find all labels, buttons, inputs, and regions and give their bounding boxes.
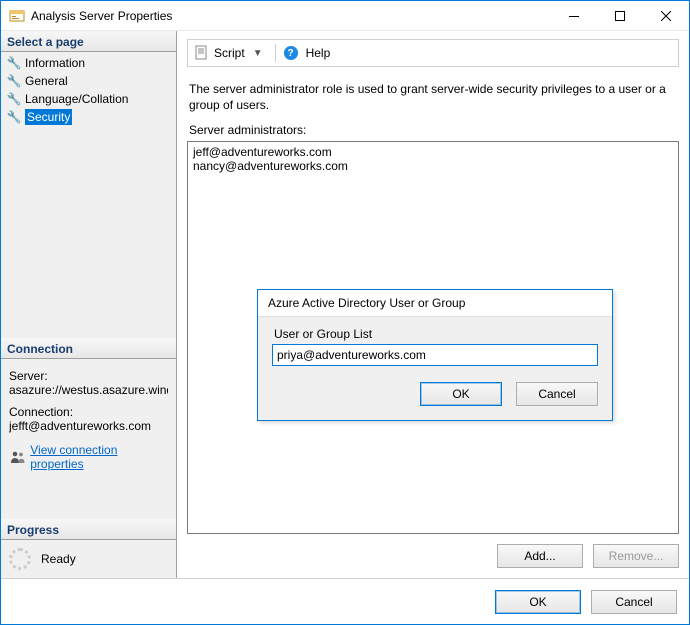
toolbar-separator [275,44,276,62]
page-item-language-collation[interactable]: 🔧 Language/Collation [1,90,176,108]
wrench-icon: 🔧 [7,91,21,107]
server-label: Server: [9,369,168,383]
window-root: Analysis Server Properties Select a page… [0,0,690,625]
maximize-button[interactable] [597,1,643,31]
page-label: Information [25,55,85,71]
aad-dialog-title: Azure Active Directory User or Group [258,290,612,317]
connection-label: Connection: [9,405,168,419]
progress-box: Ready [1,540,176,578]
window-title: Analysis Server Properties [31,9,551,23]
page-list: 🔧 Information 🔧 General 🔧 Language/Colla… [1,52,176,132]
titlebar: Analysis Server Properties [1,1,689,31]
admin-list-label: Server administrators: [187,123,679,141]
ok-button[interactable]: OK [495,590,581,614]
window-buttons [551,1,689,31]
page-label: Language/Collation [25,91,128,107]
wrench-icon: 🔧 [7,73,21,89]
user-group-input[interactable] [272,344,598,366]
minimize-button[interactable] [551,1,597,31]
user-group-label: User or Group List [272,327,598,341]
page-item-security[interactable]: 🔧 Security [1,108,176,126]
spinner-icon [9,548,31,570]
sidebar: Select a page 🔧 Information 🔧 General 🔧 … [1,31,177,578]
wrench-icon: 🔧 [7,55,21,71]
aad-dialog-body: User or Group List [258,317,612,372]
cancel-button[interactable]: Cancel [591,590,677,614]
script-dropdown-icon[interactable]: ▼ [249,48,267,59]
select-page-header: Select a page [1,31,176,52]
server-value: asazure://westus.asazure.windows [9,383,168,397]
view-connection-link[interactable]: View connection properties [30,443,168,471]
connection-value: jefft@adventureworks.com [9,419,168,433]
script-button[interactable]: Script [214,46,245,60]
help-icon: ? [284,46,298,60]
aad-user-dialog: Azure Active Directory User or Group Use… [257,289,613,421]
page-label: General [25,73,68,89]
aad-dialog-buttons: OK Cancel [258,372,612,420]
page-item-general[interactable]: 🔧 General [1,72,176,90]
connection-box: Server: asazure://westus.asazure.windows… [1,359,176,479]
help-button[interactable]: Help [306,46,331,60]
list-buttons: Add... Remove... [187,534,679,578]
aad-cancel-button[interactable]: Cancel [516,382,598,406]
close-button[interactable] [643,1,689,31]
page-label: Security [25,109,72,125]
aad-ok-button[interactable]: OK [420,382,502,406]
progress-header: Progress [1,519,176,540]
dialog-buttons: OK Cancel [1,578,689,624]
app-icon [9,8,25,24]
remove-button: Remove... [593,544,679,568]
toolbar: Script ▼ ? Help [187,39,679,67]
page-item-information[interactable]: 🔧 Information [1,54,176,72]
progress-status: Ready [41,552,76,566]
wrench-icon: 🔧 [7,109,21,125]
page-description: The server administrator role is used to… [187,81,679,123]
view-connection-row: View connection properties [9,443,168,471]
add-button[interactable]: Add... [497,544,583,568]
people-icon [9,450,26,464]
script-icon [194,45,210,61]
connection-header: Connection [1,338,176,359]
